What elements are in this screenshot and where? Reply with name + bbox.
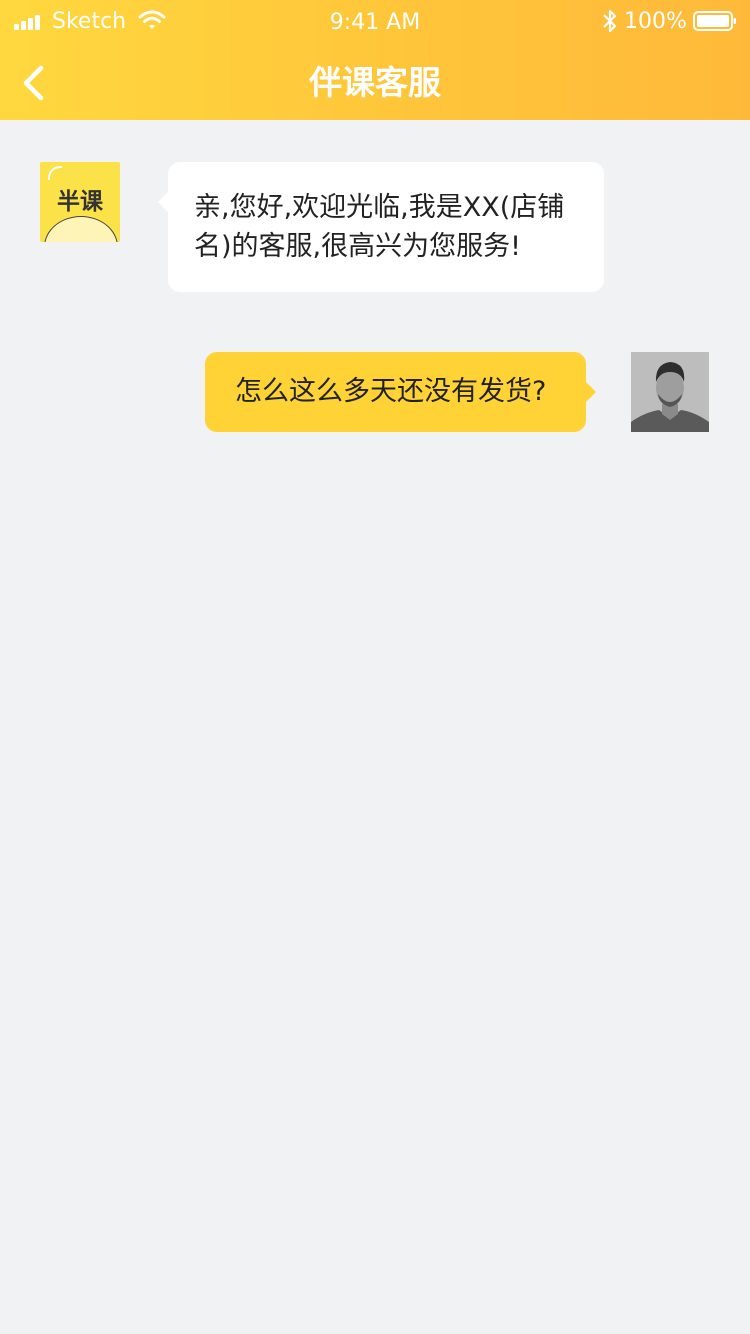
app-header: Sketch 9:41 AM 100% 伴课客服 bbox=[0, 0, 750, 120]
service-avatar[interactable]: 半课 bbox=[40, 162, 120, 242]
message-text: 亲,您好,欢迎光临,我是XX(店铺名)的客服,很高兴为您服务! bbox=[194, 192, 565, 262]
logo-face bbox=[44, 216, 118, 242]
outgoing-message-bubble[interactable]: 怎么这么多天还没有发货? bbox=[205, 352, 596, 432]
battery-icon bbox=[693, 11, 736, 31]
message-text: 怎么这么多天还没有发货? bbox=[235, 376, 547, 407]
logo-text: 半课 bbox=[57, 189, 103, 215]
user-avatar[interactable] bbox=[631, 352, 709, 432]
incoming-message-bubble[interactable]: 亲,您好,欢迎光临,我是XX(店铺名)的客服,很高兴为您服务! bbox=[158, 162, 604, 292]
battery-percentage: 100% bbox=[624, 9, 687, 34]
logo-spark bbox=[48, 166, 62, 180]
page-title: 伴课客服 bbox=[309, 63, 441, 102]
bluetooth-icon bbox=[603, 9, 617, 33]
status-bar: Sketch 9:41 AM 100% bbox=[0, 0, 750, 44]
navigation-bar: 伴课客服 bbox=[0, 44, 750, 120]
